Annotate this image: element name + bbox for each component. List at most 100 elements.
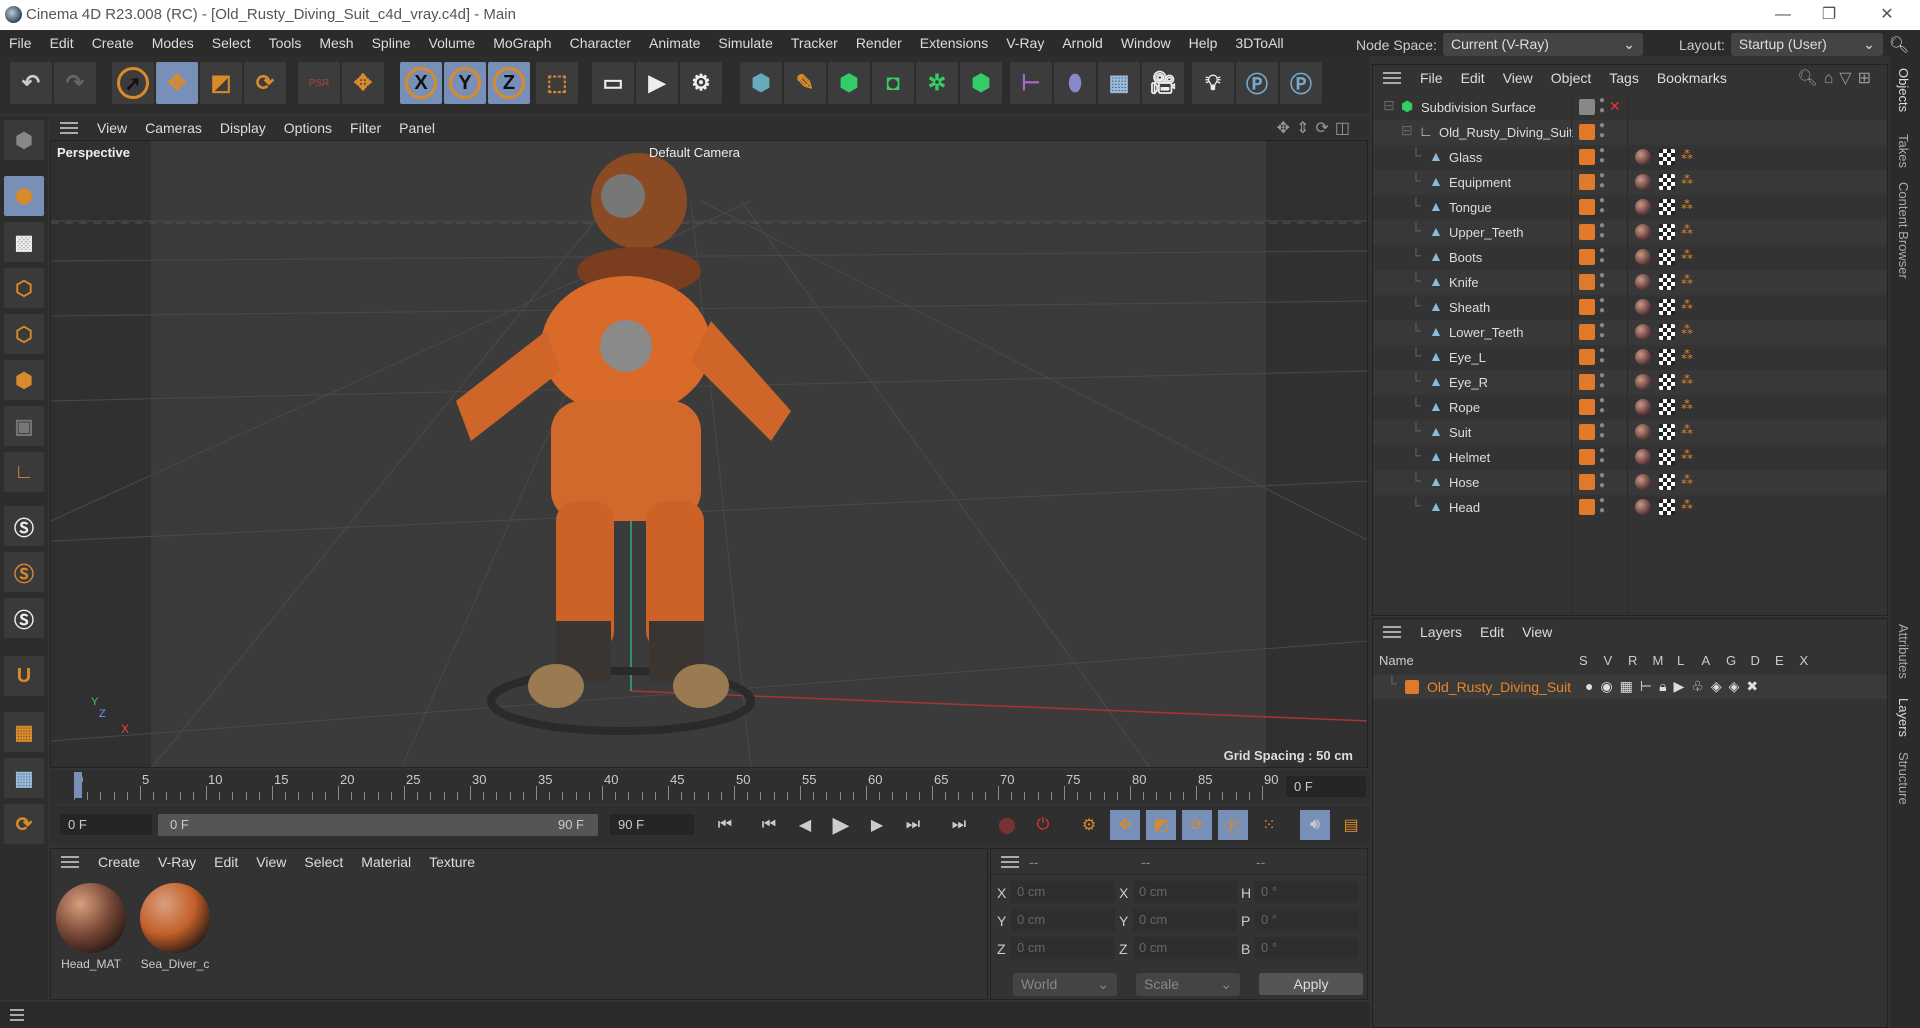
coord-field-p[interactable]: 0 ° bbox=[1255, 909, 1359, 931]
material-tag-icon[interactable] bbox=[1635, 324, 1651, 340]
object-row[interactable]: └ ▲ Glass ● ● ⁂ bbox=[1373, 145, 1887, 170]
viewport-menu-display[interactable]: Display bbox=[211, 120, 275, 136]
layer-menu-edit[interactable]: Edit bbox=[1471, 624, 1513, 640]
python-script-button[interactable]: Ⓟ bbox=[1280, 62, 1322, 104]
vray-tag-icon[interactable]: ⁂ bbox=[1681, 423, 1693, 437]
object-name[interactable]: Sheath bbox=[1449, 300, 1490, 315]
object-name[interactable]: Tongue bbox=[1449, 200, 1492, 215]
menu-volume[interactable]: Volume bbox=[420, 35, 485, 51]
object-name[interactable]: Boots bbox=[1449, 250, 1482, 265]
menu-mograph[interactable]: MoGraph bbox=[484, 35, 560, 51]
mograph-button[interactable]: ⬢ bbox=[960, 62, 1002, 104]
uvw-tag-icon[interactable] bbox=[1659, 274, 1675, 290]
render-view-button[interactable]: ▭ bbox=[592, 62, 634, 104]
menu-render[interactable]: Render bbox=[847, 35, 911, 51]
menu-character[interactable]: Character bbox=[561, 35, 640, 51]
object-name[interactable]: Glass bbox=[1449, 150, 1482, 165]
visibility-dots-icon[interactable]: ● ● bbox=[1599, 221, 1605, 241]
object-row[interactable]: └ ▲ Tongue ● ● ⁂ bbox=[1373, 195, 1887, 220]
vray-tag-icon[interactable]: ⁂ bbox=[1681, 398, 1693, 412]
object-menu-edit[interactable]: Edit bbox=[1452, 70, 1494, 86]
layer-menu-view[interactable]: View bbox=[1513, 624, 1561, 640]
layer-column-g[interactable]: G bbox=[1726, 653, 1736, 668]
layer-column-x[interactable]: X bbox=[1800, 653, 1809, 668]
object-name[interactable]: Subdivision Surface bbox=[1421, 100, 1536, 115]
coord-field-y[interactable]: 0 cm bbox=[1133, 909, 1237, 931]
model-mode-button[interactable]: ⬢ bbox=[4, 176, 44, 216]
coord-field-y[interactable]: 0 cm bbox=[1011, 909, 1115, 931]
coord-field-h[interactable]: 0 ° bbox=[1255, 881, 1359, 903]
viewport-menu-cameras[interactable]: Cameras bbox=[136, 120, 211, 136]
object-row[interactable]: ⊟ ∟ Old_Rusty_Diving_Suit ● ● bbox=[1373, 120, 1887, 145]
menu-file[interactable]: File bbox=[0, 35, 41, 51]
cube-button[interactable]: ⬢ bbox=[740, 62, 782, 104]
object-name[interactable]: Hose bbox=[1449, 475, 1479, 490]
visibility-dots-icon[interactable]: ● ● bbox=[1599, 471, 1605, 491]
layer-color-tag[interactable] bbox=[1579, 324, 1595, 340]
uvw-tag-icon[interactable] bbox=[1659, 499, 1675, 515]
material-menu-texture[interactable]: Texture bbox=[420, 854, 484, 870]
layer-color-tag[interactable] bbox=[1579, 274, 1595, 290]
object-row[interactable]: └ ▲ Eye_R ● ● ⁂ bbox=[1373, 370, 1887, 395]
edit-toggle-icon[interactable] bbox=[1579, 99, 1595, 115]
coordinate-system-button[interactable]: ⬚ bbox=[536, 62, 578, 104]
menu-mesh[interactable]: Mesh bbox=[310, 35, 362, 51]
timeline-button[interactable]: ▤ bbox=[1336, 810, 1366, 840]
vray-tag-icon[interactable]: ⁂ bbox=[1681, 298, 1693, 312]
make-editable-button[interactable]: ⬢ bbox=[4, 120, 44, 160]
polygons-mode-button[interactable]: ⬢ bbox=[4, 360, 44, 400]
layer-color-tag[interactable] bbox=[1579, 174, 1595, 190]
visibility-dots-icon[interactable]: ● ● bbox=[1599, 321, 1605, 341]
object-manager-tools[interactable]: 🔍︎⌂▽⊞ bbox=[1797, 68, 1877, 88]
object-name[interactable]: Suit bbox=[1449, 425, 1471, 440]
deformer-button[interactable]: ⊢ bbox=[1010, 62, 1052, 104]
floor-button[interactable]: ▦ bbox=[1098, 62, 1140, 104]
object-name[interactable]: Knife bbox=[1449, 275, 1479, 290]
material-tag-icon[interactable] bbox=[1635, 224, 1651, 240]
layer-color-tag[interactable] bbox=[1579, 149, 1595, 165]
uvw-tag-icon[interactable] bbox=[1659, 424, 1675, 440]
hamburger-icon[interactable] bbox=[61, 856, 79, 868]
visibility-dots-icon[interactable]: ● ● bbox=[1599, 196, 1605, 216]
uvw-tag-icon[interactable] bbox=[1659, 199, 1675, 215]
start-frame-field[interactable]: 0 F bbox=[60, 814, 152, 835]
key-pla-button[interactable]: ⁙ bbox=[1254, 810, 1284, 840]
menu-arnold[interactable]: Arnold bbox=[1053, 35, 1111, 51]
coord-field-z[interactable]: 0 cm bbox=[1011, 937, 1115, 959]
visibility-dots-icon[interactable]: ● ● bbox=[1599, 346, 1605, 366]
material-tag-icon[interactable] bbox=[1635, 149, 1651, 165]
object-name[interactable]: Eye_R bbox=[1449, 375, 1488, 390]
menu-tools[interactable]: Tools bbox=[260, 35, 311, 51]
light-button[interactable]: 💡︎ bbox=[1192, 62, 1234, 104]
object-row[interactable]: └ ▲ Lower_Teeth ● ● ⁂ bbox=[1373, 320, 1887, 345]
coord-field-x[interactable]: 0 cm bbox=[1011, 881, 1115, 903]
solo-hierarchy-button[interactable]: Ⓢ bbox=[4, 552, 44, 592]
material-menu-create[interactable]: Create bbox=[89, 854, 149, 870]
uvw-tag-icon[interactable] bbox=[1659, 474, 1675, 490]
viewport-menu-view[interactable]: View bbox=[88, 120, 136, 136]
object-row[interactable]: └ ▲ Upper_Teeth ● ● ⁂ bbox=[1373, 220, 1887, 245]
go-to-start-button[interactable]: ⏮ bbox=[710, 810, 740, 840]
object-row[interactable]: └ ▲ Boots ● ● ⁂ bbox=[1373, 245, 1887, 270]
layer-column-l[interactable]: L bbox=[1677, 653, 1684, 668]
layer-color-tag[interactable] bbox=[1579, 124, 1595, 140]
menu-v-ray[interactable]: V-Ray bbox=[997, 35, 1053, 51]
material-menu-view[interactable]: View bbox=[247, 854, 295, 870]
menu-create[interactable]: Create bbox=[83, 35, 143, 51]
object-name[interactable]: Lower_Teeth bbox=[1449, 325, 1523, 340]
material-menu-edit[interactable]: Edit bbox=[205, 854, 247, 870]
layer-name[interactable]: Old_Rusty_Diving_Suit bbox=[1427, 679, 1571, 695]
vray-tag-icon[interactable]: ⁂ bbox=[1681, 498, 1693, 512]
layer-color-tag[interactable] bbox=[1579, 224, 1595, 240]
layer-column-v[interactable]: V bbox=[1604, 653, 1613, 668]
vray-tag-icon[interactable]: ⁂ bbox=[1681, 323, 1693, 337]
menu-select[interactable]: Select bbox=[203, 35, 260, 51]
menu-extensions[interactable]: Extensions bbox=[911, 35, 997, 51]
material-tag-icon[interactable] bbox=[1635, 299, 1651, 315]
menu-animate[interactable]: Animate bbox=[640, 35, 709, 51]
cloner-button[interactable]: ✲ bbox=[916, 62, 958, 104]
render-settings-button[interactable]: ⚙ bbox=[680, 62, 722, 104]
visibility-dots-icon[interactable]: ● ● bbox=[1599, 146, 1605, 166]
uvw-tag-icon[interactable] bbox=[1659, 374, 1675, 390]
minimize-button[interactable]: — bbox=[1760, 2, 1806, 28]
